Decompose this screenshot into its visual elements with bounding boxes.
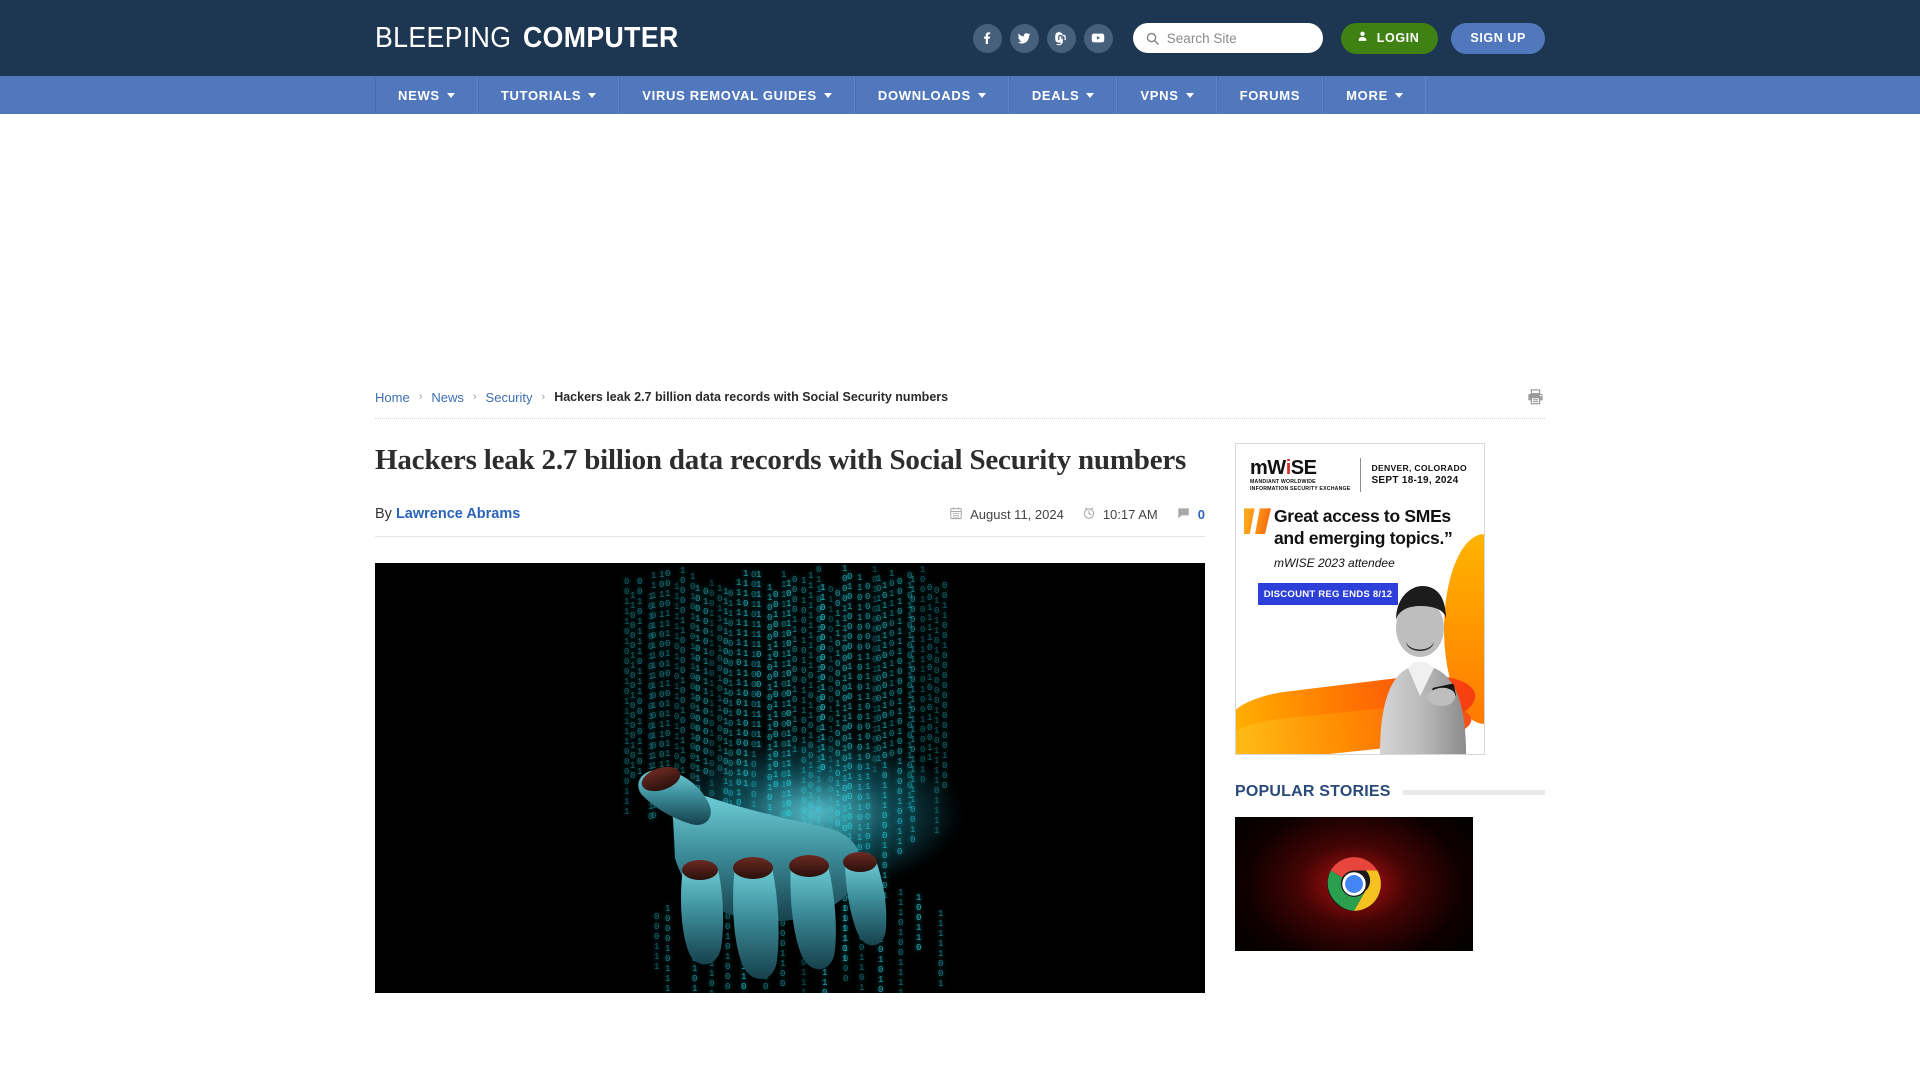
nav-item-tutorials[interactable]: TUTORIALS (478, 76, 619, 114)
search-icon (1145, 31, 1160, 46)
nav-item-vpns[interactable]: VPNS (1117, 76, 1216, 114)
site-logo[interactable]: BLEEPING COMPUTER (375, 24, 692, 53)
site-header: BLEEPING COMPUTER Search Site LOGIN SIGN… (0, 0, 1920, 76)
chevron-down-icon (978, 93, 986, 98)
chevron-down-icon (588, 93, 596, 98)
date-text: August 11, 2024 (970, 507, 1064, 522)
logo-text-bold: COMPUTER (523, 24, 679, 53)
chrome-logo-icon (1326, 856, 1382, 912)
breadcrumb-current: Hackers leak 2.7 billion data records wi… (554, 390, 948, 404)
comment-icon (1176, 506, 1191, 523)
ad-divider (1360, 458, 1361, 492)
popular-story-thumbnail[interactable] (1235, 817, 1473, 951)
top-ad-slot (0, 114, 1920, 374)
hand-graphic (605, 748, 965, 993)
breadcrumb-separator: › (473, 391, 477, 403)
youtube-icon[interactable] (1084, 24, 1113, 53)
chevron-down-icon (1186, 93, 1194, 98)
article-main-column: Hackers leak 2.7 billion data records wi… (375, 443, 1205, 993)
nav-item-label: DEALS (1032, 88, 1080, 103)
ad-quote-line-2: and emerging topics.” (1274, 528, 1472, 549)
nav-item-label: VPNS (1140, 88, 1178, 103)
nav-item-forums[interactable]: FORUMS (1217, 76, 1324, 114)
popular-stories-rule (1403, 790, 1545, 795)
nav-item-virus-removal-guides[interactable]: VIRUS REMOVAL GUIDES (619, 76, 855, 114)
breadcrumb-home[interactable]: Home (375, 390, 410, 405)
ad-person-photo (1362, 568, 1478, 754)
breadcrumb-news[interactable]: News (431, 390, 464, 405)
chevron-down-icon (1395, 93, 1403, 98)
login-button[interactable]: LOGIN (1341, 23, 1439, 54)
social-links (973, 24, 1113, 53)
mwise-brand-w: W (1267, 458, 1285, 478)
signup-label: SIGN UP (1470, 31, 1526, 45)
calendar-icon (949, 506, 963, 523)
user-icon (1356, 30, 1369, 46)
nav-item-label: NEWS (398, 88, 440, 103)
login-label: LOGIN (1377, 31, 1420, 45)
search-input[interactable] (1167, 31, 1311, 46)
mwise-brand-se: SE (1291, 458, 1317, 478)
byline-prefix: By (375, 506, 392, 522)
search-box[interactable] (1133, 23, 1323, 53)
nav-item-label: DOWNLOADS (878, 88, 971, 103)
logo-text-thin: BLEEPING (375, 24, 511, 53)
nav-item-deals[interactable]: DEALS (1009, 76, 1118, 114)
mwise-brand-m: m (1250, 458, 1267, 478)
popular-stories-header: POPULAR STORIES (1235, 783, 1545, 801)
print-icon[interactable] (1526, 388, 1545, 406)
ad-dates: SEPT 18-19, 2024 (1371, 474, 1467, 489)
nav-item-label: TUTORIALS (501, 88, 581, 103)
mwise-subtitle-1: MANDIANT WORLDWIDE (1250, 480, 1350, 485)
page-title: Hackers leak 2.7 billion data records wi… (375, 443, 1205, 478)
article-hero-image: 0 0 1 1 1 0 1 0 0 0 1 0 1 1 1 1 1 0 0 0 … (375, 563, 1205, 993)
nav-item-downloads[interactable]: DOWNLOADS (855, 76, 1009, 114)
byline: By Lawrence Abrams (375, 506, 520, 522)
nav-item-label: VIRUS REMOVAL GUIDES (642, 88, 817, 103)
mastodon-icon[interactable] (1047, 24, 1076, 53)
time-text: 10:17 AM (1103, 507, 1158, 522)
ad-header: m Wi SE MANDIANT WORLDWIDE INFORMATION SEC… (1236, 444, 1484, 492)
main-navigation: NEWS TUTORIALS VIRUS REMOVAL GUIDES DOWNLOA… (0, 76, 1920, 114)
ad-event-info: DENVER, COLORADO SEPT 18-19, 2024 (1371, 462, 1467, 489)
breadcrumb-row: Home › News › Security › Hackers leak 2.… (375, 374, 1545, 419)
breadcrumb: Home › News › Security › Hackers leak 2.… (375, 390, 948, 405)
facebook-icon[interactable] (973, 24, 1002, 53)
nav-item-label: MORE (1346, 88, 1388, 103)
sidebar-advertisement[interactable]: m Wi SE MANDIANT WORLDWIDE INFORMATION SEC… (1235, 443, 1485, 755)
chevron-down-icon (447, 93, 455, 98)
breadcrumb-security[interactable]: Security (486, 390, 533, 405)
clock-icon (1082, 506, 1096, 523)
breadcrumb-separator: › (419, 391, 423, 403)
author-link[interactable]: Lawrence Abrams (396, 506, 520, 522)
sidebar: m Wi SE MANDIANT WORLDWIDE INFORMATION SEC… (1235, 443, 1545, 993)
signup-button[interactable]: SIGN UP (1451, 23, 1545, 54)
ad-quote-line-1: Great access to SMEs (1274, 506, 1472, 527)
ad-location: DENVER, COLORADO (1371, 462, 1467, 474)
comment-count-group[interactable]: 0 (1176, 506, 1205, 523)
twitter-icon[interactable] (1010, 24, 1039, 53)
mwise-logo: m Wi SE MANDIANT WORLDWIDE INFORMATION SEC… (1250, 458, 1350, 492)
breadcrumb-separator: › (542, 391, 546, 403)
ad-quote-block: Great access to SMEs and emerging topics… (1236, 492, 1484, 570)
popular-stories-title: POPULAR STORIES (1235, 783, 1391, 801)
chevron-down-icon (1086, 93, 1094, 98)
nav-item-more[interactable]: MORE (1323, 76, 1426, 114)
publish-time: 10:17 AM (1082, 506, 1158, 523)
nav-item-label: FORUMS (1240, 88, 1301, 103)
chevron-down-icon (824, 93, 832, 98)
nav-item-news[interactable]: NEWS (375, 76, 478, 114)
article-meta: August 11, 2024 10:17 AM 0 (949, 506, 1205, 523)
article-byline-row: By Lawrence Abrams August 11, 2024 10:17… (375, 506, 1205, 537)
publish-date: August 11, 2024 (949, 506, 1064, 523)
comment-count: 0 (1198, 507, 1205, 522)
